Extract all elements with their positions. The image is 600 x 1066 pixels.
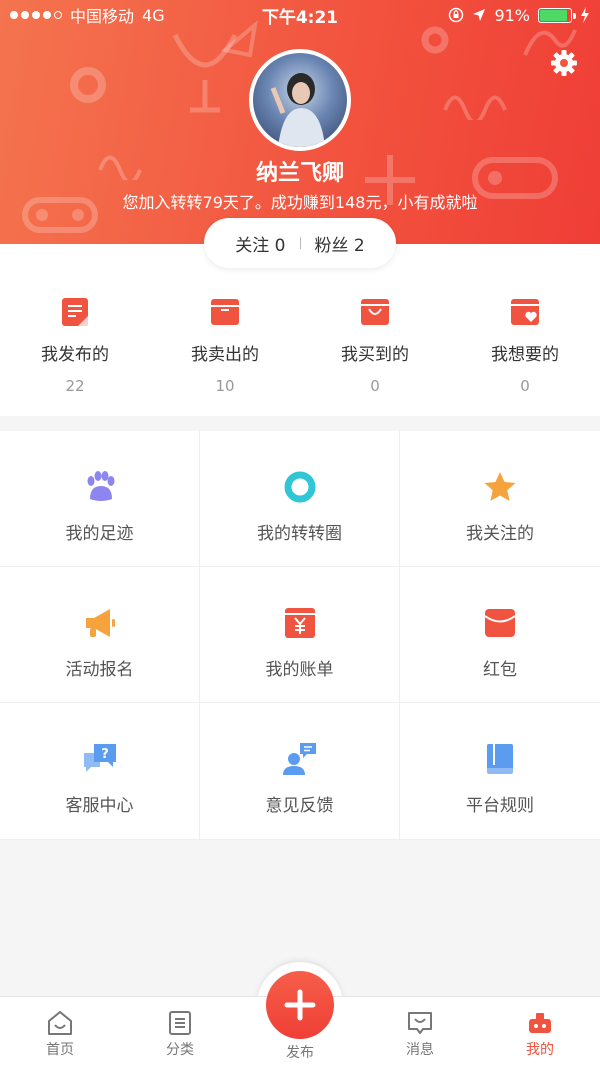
- settings-gear-icon[interactable]: [549, 48, 579, 78]
- profile-header: 中国移动 4G 下午4:21 91% 纳兰飞卿 您加入转转79天了。成功赚到14…: [0, 0, 600, 244]
- stat-bought[interactable]: 我买到的 0: [300, 244, 450, 416]
- feature-grid: 我的足迹 我的转转圈 我关注的 活动报名 我的账单 红包 ? 客服中心 意见反馈…: [0, 431, 600, 840]
- menu-following[interactable]: 我关注的: [400, 431, 600, 567]
- tab-label: 首页: [46, 1042, 74, 1058]
- menu-label: 红包: [483, 660, 517, 680]
- stat-label: 我发布的: [41, 345, 109, 365]
- stat-value: 22: [65, 377, 85, 395]
- wanted-icon: [511, 299, 539, 325]
- menu-label: 活动报名: [65, 660, 134, 680]
- menu-bills[interactable]: 我的账单: [200, 567, 400, 703]
- sold-icon: [211, 299, 239, 325]
- stat-value: 0: [520, 377, 530, 395]
- home-icon: [48, 1011, 72, 1035]
- tab-label: 我的: [526, 1042, 554, 1058]
- ring-icon: [284, 471, 315, 503]
- tab-home[interactable]: 首页: [0, 997, 120, 1066]
- status-bar: 中国移动 4G 下午4:21 91%: [0, 0, 600, 30]
- publish-button[interactable]: [266, 971, 334, 1039]
- publish-label: 发布: [286, 1045, 314, 1061]
- divider: [299, 237, 301, 249]
- star-icon: [484, 472, 516, 501]
- network-type: 4G: [142, 5, 165, 25]
- menu-feedback[interactable]: 意见反馈: [200, 703, 400, 840]
- username: 纳兰飞卿: [255, 161, 344, 186]
- rules-book-icon: [487, 744, 513, 774]
- plus-icon: [284, 989, 316, 1021]
- menu-label: 意见反馈: [265, 796, 334, 816]
- tab-mine[interactable]: 我的: [480, 997, 600, 1066]
- stat-sold[interactable]: 我卖出的 10: [150, 244, 300, 416]
- battery-percent: 91%: [494, 5, 530, 25]
- menu-red-envelope[interactable]: 红包: [400, 567, 600, 703]
- stat-published[interactable]: 我发布的 22: [0, 244, 150, 416]
- menu-customer-service[interactable]: ? 客服中心: [0, 703, 200, 840]
- stat-label: 我买到的: [341, 345, 409, 365]
- category-list-icon: [169, 1011, 191, 1035]
- menu-label: 我的足迹: [65, 524, 134, 544]
- bill-icon: [284, 608, 315, 638]
- decor-ring-icon: [70, 67, 106, 103]
- menu-label: 我的账单: [265, 660, 334, 680]
- help-chat-icon: ?: [83, 744, 116, 772]
- avatar-photo: [270, 73, 325, 147]
- location-arrow-icon: [473, 9, 486, 21]
- stat-value: 0: [370, 377, 380, 395]
- tab-label: 消息: [406, 1042, 434, 1058]
- bought-icon: [361, 299, 389, 325]
- stat-label: 我卖出的: [191, 345, 259, 365]
- following-count[interactable]: 关注 0: [235, 231, 285, 256]
- menu-footprints[interactable]: 我的足迹: [0, 431, 200, 567]
- message-icon: [408, 1012, 432, 1034]
- menu-events[interactable]: 活动报名: [0, 567, 200, 703]
- trade-stats: 我发布的 22 我卖出的 10 我买到的 0 我想要的 0: [0, 244, 600, 416]
- paw-icon: [87, 471, 114, 501]
- follow-fans-pill: 关注 0 粉丝 2: [204, 218, 396, 268]
- feedback-icon: [282, 743, 316, 775]
- menu-label: 客服中心: [65, 796, 134, 816]
- carrier-name: 中国移动: [70, 7, 135, 26]
- tab-category[interactable]: 分类: [120, 997, 240, 1066]
- svg-text:?: ?: [101, 747, 109, 762]
- fans-count[interactable]: 粉丝 2: [315, 231, 365, 256]
- published-icon: [62, 298, 88, 326]
- mine-icon: [529, 1013, 551, 1033]
- battery-icon: [538, 7, 576, 23]
- red-envelope-icon: [484, 609, 516, 637]
- decor-wave-icon: [443, 95, 507, 120]
- menu-circle[interactable]: 我的转转圈: [200, 431, 400, 567]
- tab-label: 分类: [166, 1042, 194, 1058]
- tab-messages[interactable]: 消息: [360, 997, 480, 1066]
- decor-cup-icon: [172, 33, 238, 113]
- megaphone-icon: [85, 609, 115, 637]
- menu-label: 我关注的: [466, 524, 534, 544]
- menu-label: 平台规则: [466, 796, 534, 816]
- stat-value: 10: [215, 377, 235, 395]
- stat-label: 我想要的: [491, 345, 559, 365]
- stat-wanted[interactable]: 我想要的 0: [450, 244, 600, 416]
- menu-rules[interactable]: 平台规则: [400, 703, 600, 840]
- menu-label: 我的转转圈: [257, 524, 342, 544]
- profile-tagline: 您加入转转79天了。成功赚到148元，小有成就啦: [122, 193, 478, 212]
- avatar[interactable]: [249, 49, 351, 151]
- rotation-lock-icon: [449, 7, 464, 23]
- signal-strength-icon: [10, 11, 62, 19]
- charging-bolt-icon: [581, 7, 589, 23]
